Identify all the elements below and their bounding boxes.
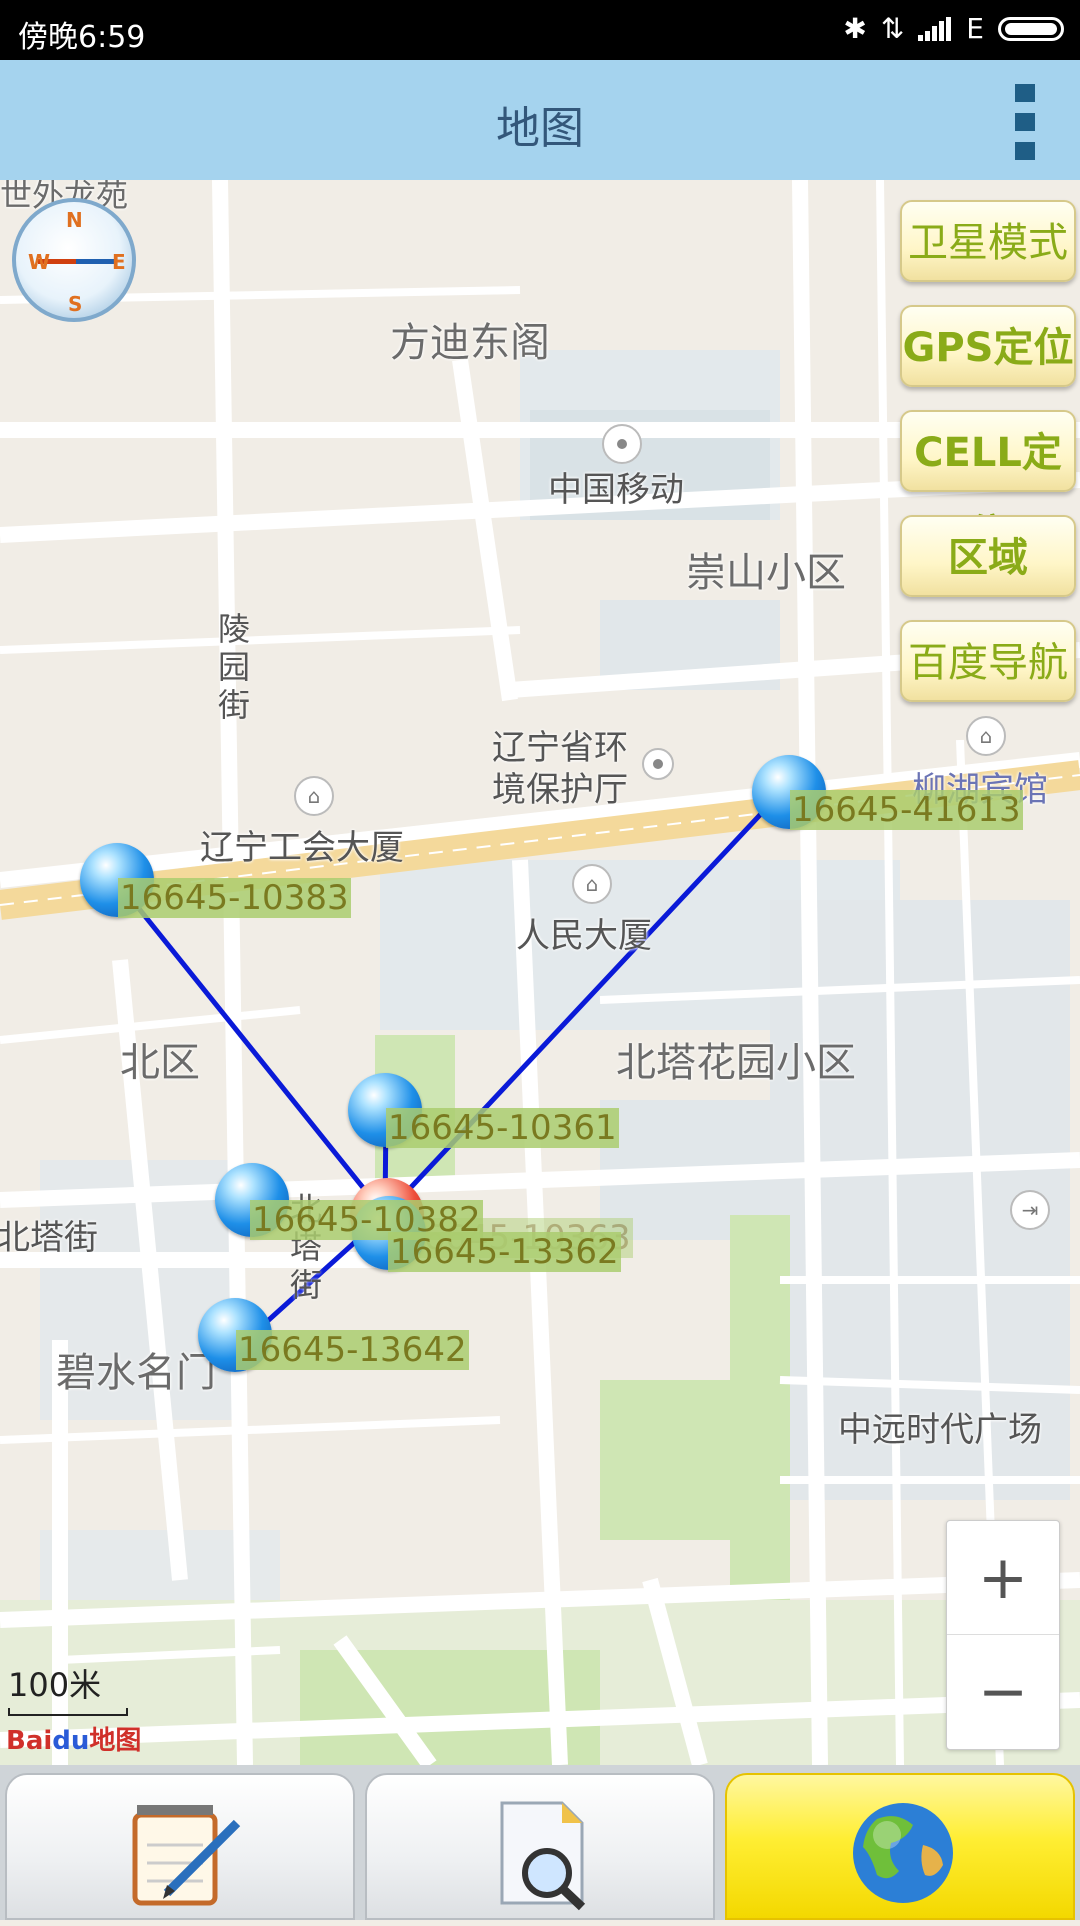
document-search-icon	[500, 1801, 586, 1911]
cell-label[interactable]: 16645-13642	[236, 1330, 469, 1370]
zoom-control: + −	[946, 1520, 1060, 1750]
zoom-in-button[interactable]: +	[947, 1521, 1059, 1635]
tab-map[interactable]	[725, 1773, 1075, 1920]
building-icon: ⌂	[572, 864, 612, 904]
map-label: 碧水名门	[56, 1350, 216, 1396]
map-label: 中远时代广场	[838, 1410, 1042, 1450]
notepad-icon	[132, 1805, 241, 1906]
hotel-icon: ⌂	[966, 716, 1006, 756]
battery-icon	[998, 16, 1064, 41]
map-label: 陵园街	[217, 610, 250, 724]
map-label: 境保护厅	[492, 770, 628, 810]
map-view[interactable]: 世外龙苑 方迪东阁 中国移动 崇山小区 陵园街 辽宁省环 境保护厅 ⌂ 柳湖宾馆…	[0, 180, 1080, 1765]
poi-marker-icon	[602, 424, 642, 464]
signal-icon	[918, 16, 952, 41]
cell-label[interactable]: 16645-10361	[386, 1108, 619, 1148]
baidu-navigation-button[interactable]: 百度导航	[900, 620, 1076, 702]
exit-icon: ⇥	[1010, 1190, 1050, 1230]
building-icon: ⌂	[294, 776, 334, 816]
data-arrows-icon: ⇅	[880, 12, 905, 45]
overflow-menu-icon[interactable]	[1010, 84, 1040, 160]
gps-locate-button[interactable]: GPS定位	[900, 305, 1076, 387]
status-time: 傍晚6:59	[18, 20, 146, 55]
app-bar: 地图	[0, 60, 1080, 180]
map-label: 方迪东阁	[390, 320, 550, 366]
status-icons: ✱ ⇅ E	[843, 12, 1064, 45]
map-scale: 100米	[8, 1660, 128, 1716]
zoom-out-button[interactable]: −	[947, 1635, 1059, 1748]
poi-marker-icon	[642, 748, 674, 780]
map-label: 中国移动	[548, 470, 684, 510]
cell-locate-button[interactable]: CELL定位	[900, 410, 1076, 558]
network-type: E	[966, 12, 984, 45]
tab-notes[interactable]	[5, 1773, 355, 1920]
cell-label[interactable]: 16645-41613	[790, 790, 1023, 830]
satellite-mode-button[interactable]: 卫星模式	[900, 200, 1076, 282]
map-label: 北塔街	[0, 1218, 98, 1258]
cell-label[interactable]: 16645-10383	[118, 878, 351, 918]
map-label: 崇山小区	[686, 550, 846, 596]
page-title: 地图	[496, 103, 584, 154]
cell-label[interactable]: 16645-13362	[388, 1232, 621, 1272]
bluetooth-icon: ✱	[843, 12, 867, 45]
status-bar: 傍晚6:59 ✱ ⇅ E	[0, 0, 1080, 60]
compass-icon[interactable]: N S W E	[12, 198, 136, 322]
globe-icon	[853, 1803, 953, 1903]
scale-bar	[8, 1708, 128, 1716]
scale-label: 100米	[8, 1666, 102, 1704]
baidu-logo: Baidu地图	[6, 1726, 142, 1756]
map-label: 北区	[120, 1040, 200, 1086]
map-label: 辽宁工会大厦	[200, 828, 404, 868]
bottom-tab-bar	[0, 1765, 1080, 1920]
map-label: 北塔花园小区	[616, 1040, 856, 1086]
tab-search-document[interactable]	[365, 1773, 715, 1920]
area-cell-button[interactable]: 区域CELL	[900, 515, 1076, 663]
map-label: 人民大厦	[516, 916, 652, 956]
